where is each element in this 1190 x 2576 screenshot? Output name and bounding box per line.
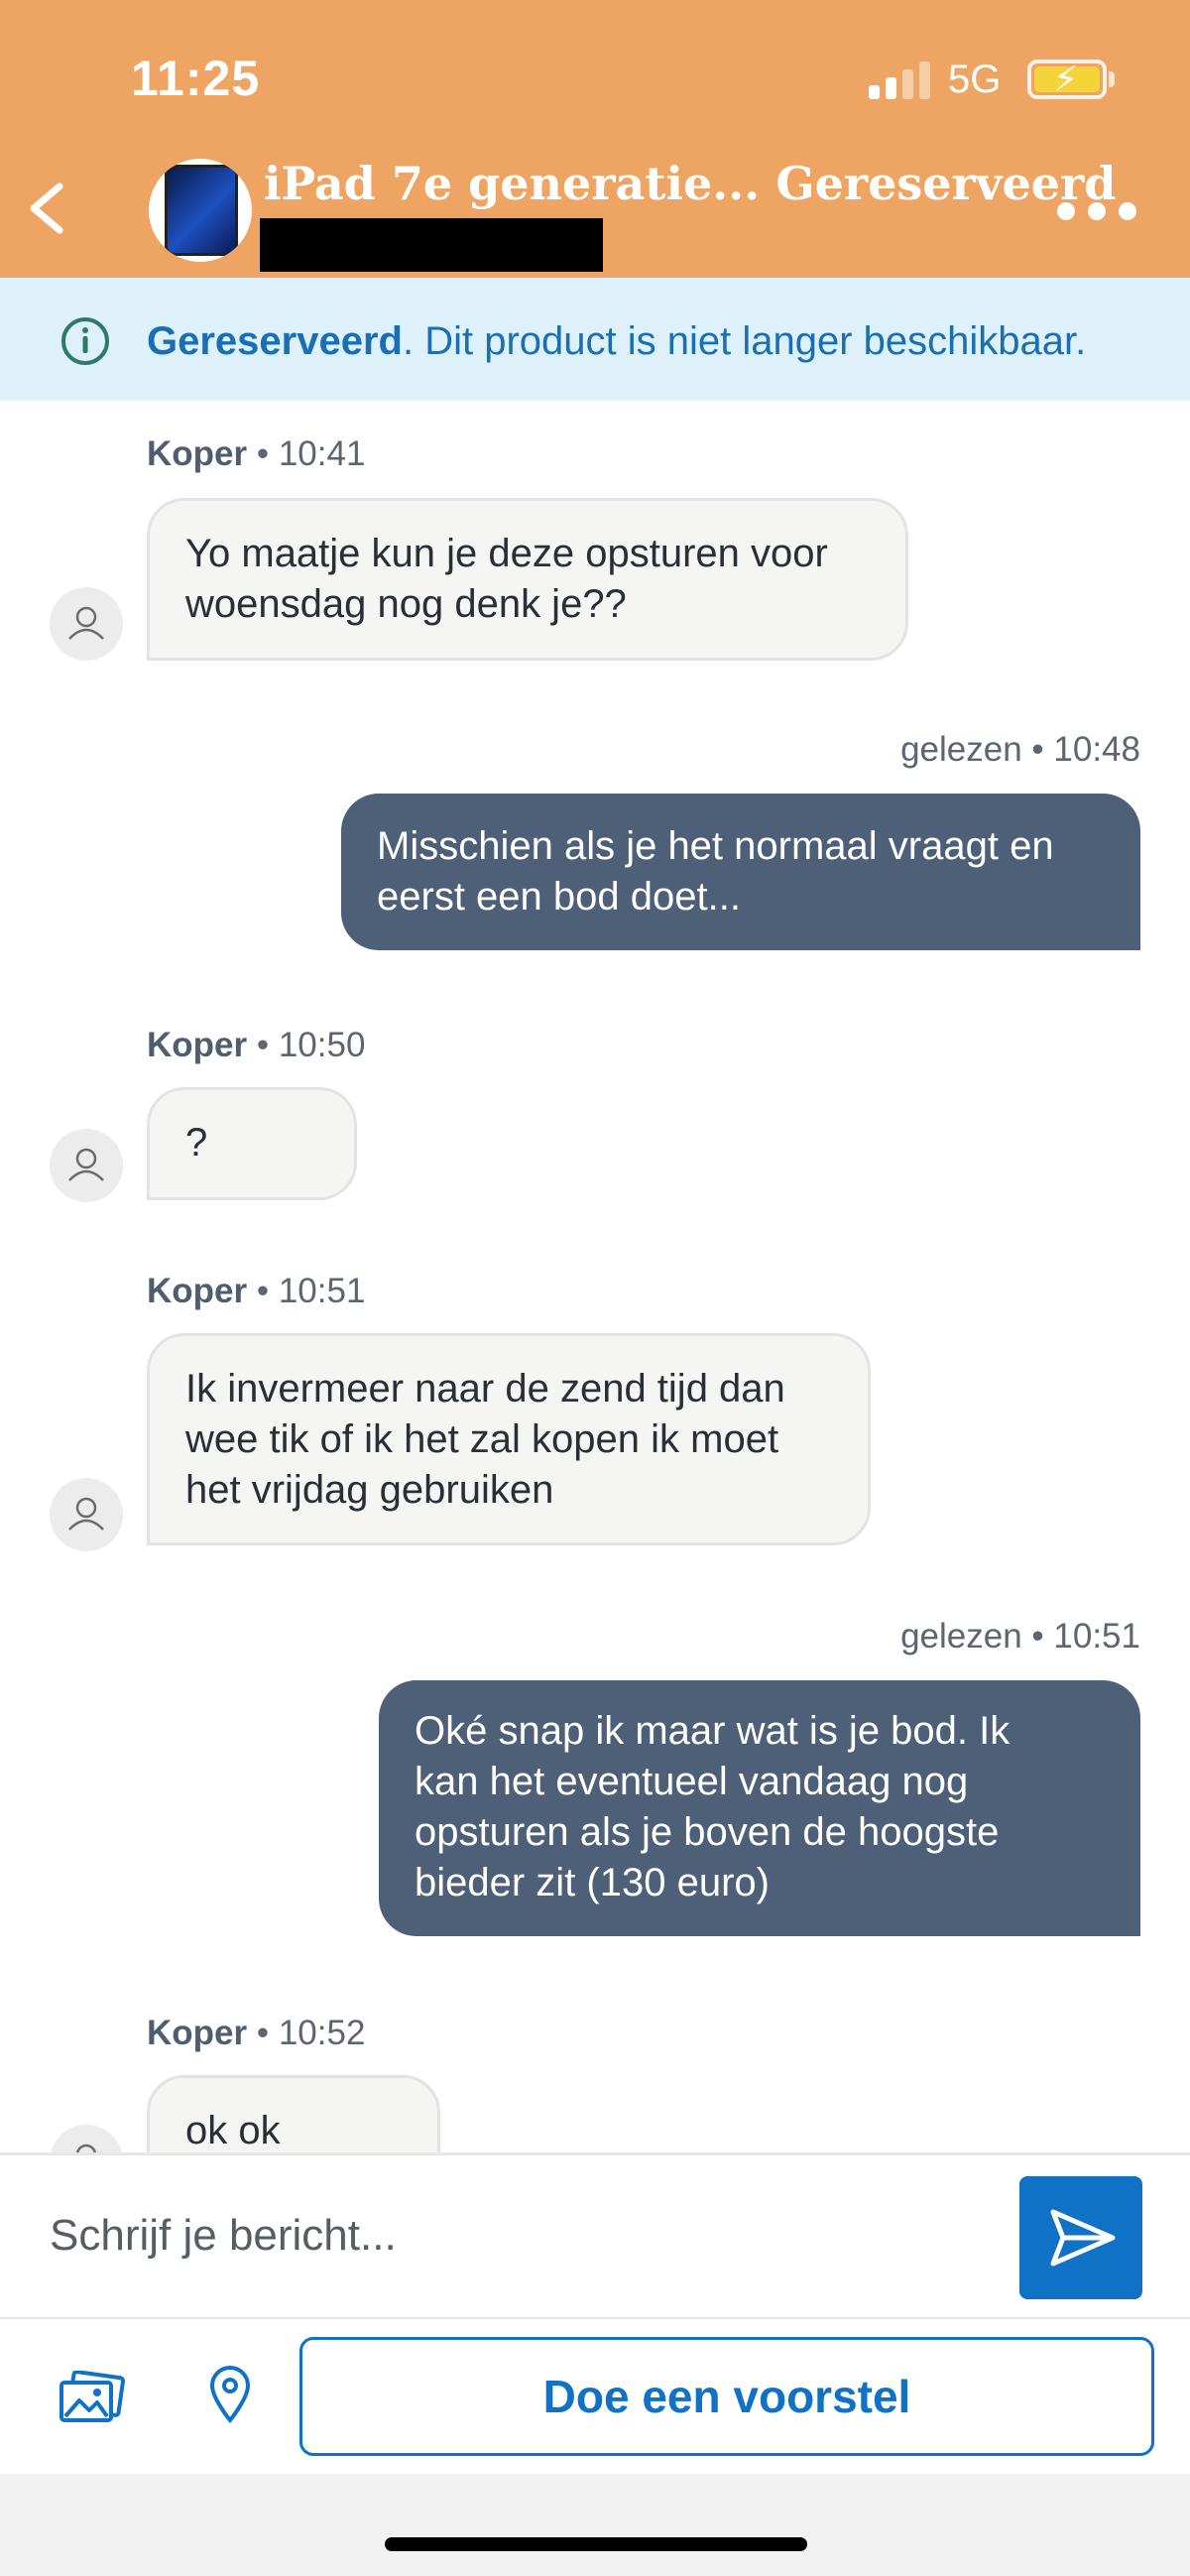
back-button[interactable] <box>20 179 79 238</box>
send-button[interactable] <box>1019 2176 1142 2299</box>
signal-icon <box>869 61 932 99</box>
read-status: gelezen <box>900 1617 1022 1656</box>
message-bubble-incoming[interactable]: Yo maatje kun je deze opsturen voor woen… <box>147 498 908 661</box>
user-avatar-icon <box>50 587 123 661</box>
message-bubble-outgoing[interactable]: Misschien als je het normaal vraagt en e… <box>341 794 1140 950</box>
meta-separator: • <box>247 2014 279 2052</box>
user-avatar-icon <box>50 2125 123 2152</box>
banner-text: Gereserveerd. Dit product is niet langer… <box>147 319 1086 364</box>
sender-name: Koper <box>147 2014 248 2052</box>
meta-separator: • <box>247 1026 279 1064</box>
battery-icon: ⚡ <box>1027 60 1107 99</box>
message-line: bieder zit (130 euro) <box>415 1861 770 1904</box>
chat-area[interactable]: Koper • 10:41 Yo maatje kun je deze opst… <box>0 401 1190 2152</box>
message-line: eerst een bod doet... <box>377 875 741 919</box>
message-time: 10:52 <box>278 2014 366 2052</box>
message-bubble-incoming[interactable]: ok ok <box>147 2075 440 2152</box>
user-avatar-icon <box>50 1129 123 1202</box>
more-options-button[interactable] <box>1057 202 1136 222</box>
product-thumbnail[interactable] <box>149 159 252 262</box>
redacted-username <box>260 218 603 272</box>
sender-name: Koper <box>147 1272 248 1310</box>
message-line: Ik invermeer naar de zend tijd dan <box>185 1367 785 1411</box>
make-offer-button[interactable]: Doe een voorstel <box>299 2337 1154 2456</box>
status-time: 11:25 <box>131 51 261 106</box>
message-line: het vrijdag gebruiken <box>185 1468 554 1512</box>
banner-message: . Dit product is niet langer beschikbaar… <box>402 319 1087 363</box>
battery-tip <box>1109 71 1115 87</box>
message-line: Oké snap ik maar wat is je bod. Ik <box>415 1709 1011 1753</box>
message-bubble-outgoing[interactable]: Oké snap ik maar wat is je bod. Ik kan h… <box>379 1680 1140 1936</box>
meta-separator: • <box>247 1272 279 1310</box>
message-line: ok ok <box>185 2109 281 2152</box>
meta-separator: • <box>1021 1617 1054 1656</box>
meta-separator: • <box>1021 730 1054 769</box>
banner-status: Gereserveerd <box>147 319 403 363</box>
header: 11:25 5G ⚡ iPad 7e generatie... Gereserv… <box>0 0 1190 278</box>
user-avatar-icon <box>50 1478 123 1551</box>
message-meta: Koper • 10:51 <box>147 1272 365 1311</box>
message-time: 10:50 <box>278 1026 366 1064</box>
chevron-left-icon <box>30 183 63 234</box>
message-line: Misschien als je het normaal vraagt en <box>377 824 1054 868</box>
message-line: opsturen als je boven de hoogste <box>415 1810 1000 1854</box>
message-meta: Koper • 10:50 <box>147 1026 365 1065</box>
conversation-title[interactable]: iPad 7e generatie... Gereserveerd <box>264 157 1116 210</box>
home-indicator <box>385 2537 807 2551</box>
message-bubble-incoming[interactable]: Ik invermeer naar de zend tijd dan wee t… <box>147 1333 871 1545</box>
meta-separator: • <box>247 434 279 473</box>
message-time: 10:48 <box>1053 730 1140 769</box>
message-line: Yo maatje kun je deze opsturen voor <box>185 532 828 575</box>
info-icon <box>61 317 109 365</box>
sender-name: Koper <box>147 1026 248 1064</box>
message-bubble-incoming[interactable]: ? <box>147 1087 357 1200</box>
sender-name: Koper <box>147 434 248 473</box>
message-line: kan het eventueel vandaag nog <box>415 1760 969 1803</box>
message-line: wee tik of ik het zal kopen ik moet <box>185 1417 779 1461</box>
message-input[interactable] <box>0 2154 992 2317</box>
image-icon[interactable] <box>58 2371 127 2426</box>
location-pin-icon[interactable] <box>208 2365 252 2424</box>
read-status: gelezen <box>900 730 1022 769</box>
message-time: 10:51 <box>1053 1617 1140 1656</box>
network-type: 5G <box>948 58 1002 101</box>
message-meta: Koper • 10:41 <box>147 434 365 474</box>
message-line: woensdag nog denk je?? <box>185 582 627 626</box>
message-line: ? <box>185 1121 208 1165</box>
message-meta: gelezen • 10:51 <box>900 1617 1140 1656</box>
home-indicator-area <box>0 2474 1190 2576</box>
message-meta: Koper • 10:52 <box>147 2014 365 2053</box>
message-time: 10:51 <box>278 1272 366 1310</box>
send-icon <box>1050 2209 1116 2267</box>
message-meta: gelezen • 10:48 <box>900 730 1140 770</box>
message-time: 10:41 <box>278 434 366 473</box>
